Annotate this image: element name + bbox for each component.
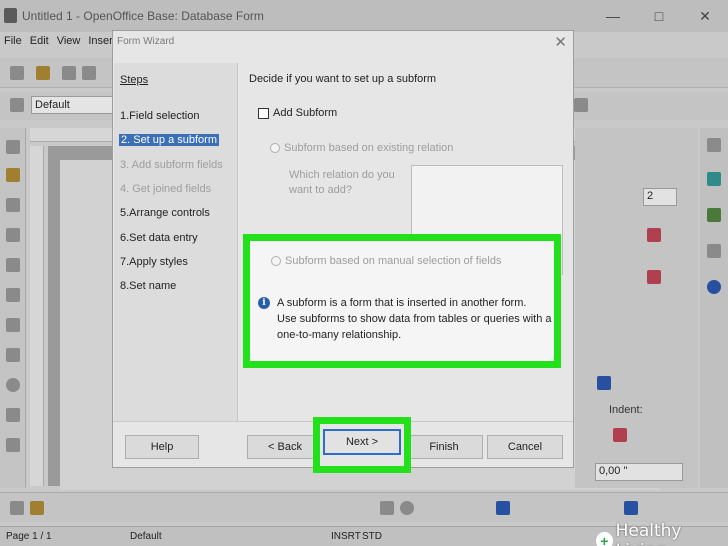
properties-deck-icon[interactable]: [707, 172, 721, 186]
screenshot: Untitled 1 - OpenOffice Base: Database F…: [0, 0, 728, 546]
sidebar-menu-icon[interactable]: [707, 138, 721, 152]
page-style: Default: [130, 531, 162, 542]
font-size-select[interactable]: 2: [643, 188, 677, 206]
rectangle-icon[interactable]: [380, 501, 394, 515]
close-icon[interactable]: ✕: [554, 33, 567, 51]
open-folder-icon[interactable]: [36, 66, 50, 80]
indent-label: Indent:: [609, 404, 643, 416]
steps-panel: Steps 1.Field selection 2. Set up a subf…: [114, 63, 238, 421]
add-subform-checkbox[interactable]: [258, 107, 269, 119]
finish-button[interactable]: Finish: [405, 435, 483, 459]
ellipse-icon[interactable]: [400, 501, 414, 515]
subform-info: A subform is a form that is inserted in …: [277, 295, 557, 343]
highlight-color-icon[interactable]: [647, 270, 661, 284]
edit-icon[interactable]: [82, 66, 96, 80]
manual-selection-radio: [271, 256, 281, 266]
styles-icon[interactable]: [10, 98, 24, 112]
title-bar: Untitled 1 - OpenOffice Base: Database F…: [0, 0, 728, 32]
help-button[interactable]: Help: [125, 435, 199, 459]
info-line-2: Use subforms to show data from tables or…: [277, 313, 552, 341]
navigator-deck-icon[interactable]: [707, 280, 721, 294]
font-color-icon[interactable]: [647, 228, 661, 242]
page-count: Page 1 / 1: [6, 531, 52, 542]
increase-indent-icon[interactable]: [613, 428, 627, 442]
back-button[interactable]: < Back: [247, 435, 323, 459]
design-mode-icon[interactable]: [6, 168, 20, 182]
formatted-field-icon[interactable]: [6, 318, 20, 332]
existing-relation-label: Subform based on existing relation: [284, 142, 454, 154]
form-navigator-icon[interactable]: [6, 228, 20, 242]
basic-shapes-icon[interactable]: [496, 501, 510, 515]
drawing-toolbar: [0, 492, 728, 522]
menu-view[interactable]: View: [57, 35, 81, 55]
add-subform-label: Add Subform: [273, 107, 338, 119]
step-get-joined-fields: 4. Get joined fields: [120, 183, 212, 195]
pointer-icon[interactable]: [10, 501, 24, 515]
paragraph-style-select[interactable]: Default: [31, 96, 121, 114]
list-box-icon[interactable]: [6, 408, 20, 422]
highlight-icon[interactable]: [574, 98, 588, 112]
combo-box-icon[interactable]: [6, 438, 20, 452]
manual-selection-highlight: Subform based on manual selection of fie…: [243, 234, 561, 368]
app-icon: [4, 8, 17, 23]
watermark-brand: Healthy Living: [615, 521, 682, 546]
background-color-icon[interactable]: [597, 376, 611, 390]
step-set-data-entry[interactable]: 6.Set data entry: [120, 232, 198, 244]
text-box-icon[interactable]: [6, 288, 20, 302]
add-subform-option[interactable]: Add Subform: [258, 107, 337, 119]
insert-mode[interactable]: INSRT: [331, 531, 361, 542]
window-controls: — □ ✕: [590, 0, 728, 32]
page-heading: Decide if you want to set up a subform: [249, 73, 437, 85]
indent-value-field[interactable]: 0,00 ": [595, 463, 683, 481]
manual-selection-option: Subform based on manual selection of fie…: [271, 255, 501, 267]
manual-selection-label: Subform based on manual selection of fie…: [285, 255, 502, 267]
steps-title: Steps: [120, 74, 149, 86]
step-set-up-subform[interactable]: 2. Set up a subform: [119, 134, 219, 146]
close-icon[interactable]: ✕: [682, 0, 728, 32]
info-line-1: A subform is a form that is inserted in …: [277, 297, 527, 309]
save-icon[interactable]: [62, 66, 76, 80]
menu-edit[interactable]: Edit: [30, 35, 49, 55]
styles-deck-icon[interactable]: [707, 208, 721, 222]
step-apply-styles[interactable]: 7.Apply styles: [120, 256, 188, 268]
minimize-icon[interactable]: —: [590, 0, 636, 32]
next-button-highlight: Next >: [313, 417, 411, 473]
step-arrange-controls[interactable]: 5.Arrange controls: [120, 207, 210, 219]
menu-file[interactable]: File: [4, 35, 22, 55]
checkbox-control-icon[interactable]: [6, 258, 20, 272]
dialog-title: Form Wizard: [117, 36, 175, 47]
form-controls-toolbar: [0, 128, 26, 488]
existing-relation-radio: [270, 143, 280, 153]
healthy-living-logo-icon: +: [596, 532, 613, 546]
window-title: Untitled 1 - OpenOffice Base: Database F…: [22, 9, 264, 23]
watermark: + Healthy Living: [596, 521, 728, 546]
properties-panel: 2 Indent: 0,00 ": [575, 128, 698, 488]
maximize-icon[interactable]: □: [636, 0, 682, 32]
select-icon[interactable]: [6, 140, 20, 154]
existing-relation-option: Subform based on existing relation: [270, 142, 453, 154]
cancel-button[interactable]: Cancel: [487, 435, 563, 459]
option-button-icon[interactable]: [6, 378, 20, 392]
vertical-ruler: [30, 146, 44, 486]
next-button[interactable]: Next >: [323, 429, 401, 455]
step-field-selection[interactable]: 1.Field selection: [120, 110, 200, 122]
control-wizard-icon[interactable]: [6, 198, 20, 212]
design-toggle-icon[interactable]: [30, 501, 44, 515]
step-set-name[interactable]: 8.Set name: [120, 280, 176, 292]
step-add-subform-fields: 3. Add subform fields: [120, 159, 223, 171]
selection-mode[interactable]: STD: [362, 531, 382, 542]
new-document-icon[interactable]: [10, 66, 24, 80]
sidebar-deck: [700, 128, 728, 488]
info-icon: i: [258, 297, 270, 309]
gallery-deck-icon[interactable]: [707, 244, 721, 258]
which-relation-label: Which relation do you want to add?: [289, 169, 395, 196]
stars-icon[interactable]: [624, 501, 638, 515]
push-button-icon[interactable]: [6, 348, 20, 362]
